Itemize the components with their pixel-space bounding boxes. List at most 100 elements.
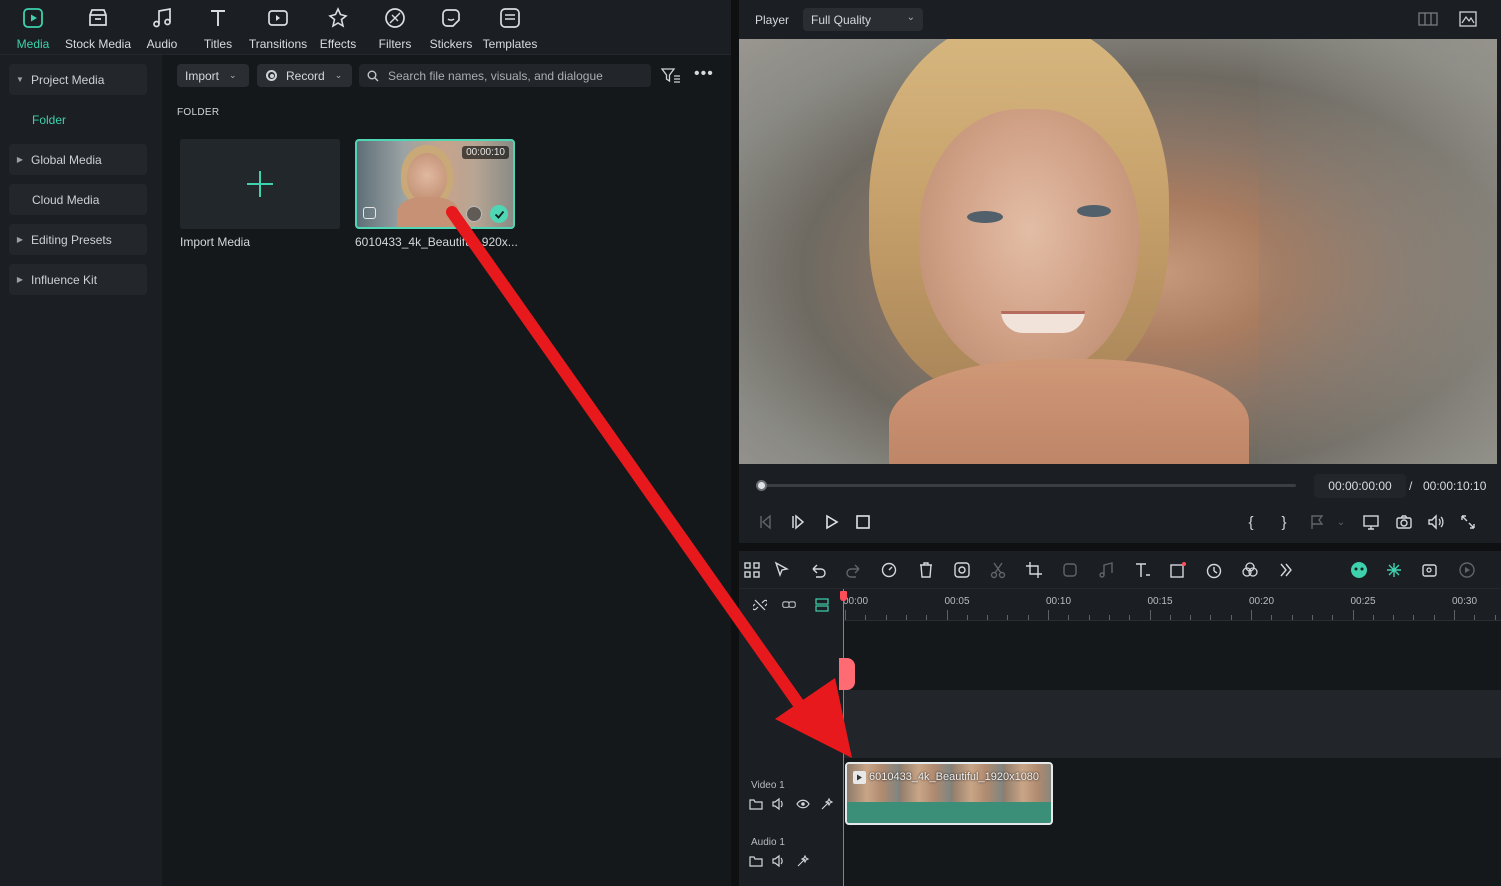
select-cursor-icon[interactable]: [771, 559, 793, 581]
import-media-label: Import Media: [180, 235, 251, 249]
quality-value: Full Quality: [811, 12, 872, 27]
ruler-tick: [1170, 615, 1171, 620]
stop-icon[interactable]: [853, 512, 873, 532]
ruler-time-label: 00:25: [1350, 596, 1376, 607]
video-clip[interactable]: 6010433_4k_Beautiful_1920x1080: [845, 762, 1053, 825]
sidebar-item-label: Influence Kit: [31, 272, 98, 287]
sticker-icon: [439, 6, 463, 30]
sidebar-item-influence-kit[interactable]: ▶ Influence Kit: [9, 264, 147, 295]
folder-icon[interactable]: [749, 797, 763, 811]
playhead-handle[interactable]: [840, 591, 847, 601]
fullscreen-icon[interactable]: [1458, 512, 1478, 532]
more-tools-chevrons-icon[interactable]: [1275, 559, 1297, 581]
display-screen-icon[interactable]: [1361, 512, 1381, 532]
ruler-tick: [926, 615, 927, 620]
speaker-icon[interactable]: [772, 854, 786, 868]
sidebar-item-editing-presets[interactable]: ▶ Editing Presets: [9, 224, 147, 255]
quality-dropdown[interactable]: Full Quality ⌄: [803, 8, 923, 31]
playhead-scissor-tag[interactable]: [839, 658, 855, 690]
timeline-tracks[interactable]: 00:00 00:05 00:10 00:15 00:20 00:25 00:30 6010…: [843, 589, 1501, 886]
mark-out-icon[interactable]: }: [1274, 512, 1294, 532]
video-track-label: Video 1: [751, 780, 785, 791]
time-ruler[interactable]: 00:00 00:05 00:10 00:15 00:20 00:25 00:30: [843, 589, 1501, 621]
filter-sort-icon[interactable]: [661, 67, 681, 85]
tab-titles[interactable]: Titles: [200, 4, 236, 51]
ruler-tick: [1454, 610, 1455, 620]
proxy-icon[interactable]: [466, 206, 482, 222]
media-clip-thumbnail[interactable]: 00:00:10: [355, 139, 515, 229]
crop-icon[interactable]: [1023, 559, 1045, 581]
tab-stock-media[interactable]: Stock Media: [63, 4, 133, 51]
playback-scrubber[interactable]: [756, 480, 1296, 491]
sidebar-item-folder[interactable]: Folder: [9, 104, 147, 135]
playhead-line[interactable]: [843, 589, 844, 886]
color-match-icon[interactable]: [1059, 559, 1081, 581]
color-circles-icon[interactable]: [1239, 559, 1261, 581]
text-add-icon[interactable]: [1131, 559, 1153, 581]
unlink-icon[interactable]: [751, 598, 769, 612]
import-button[interactable]: Import ⌄: [177, 64, 249, 87]
tab-filters[interactable]: Filters: [376, 4, 414, 51]
tab-media[interactable]: Media: [14, 4, 52, 51]
chevron-down-icon[interactable]: ⌄: [1331, 512, 1351, 532]
prev-frame-icon[interactable]: [757, 512, 777, 532]
tab-stickers[interactable]: Stickers: [429, 4, 473, 51]
magic-wand-icon[interactable]: [796, 854, 810, 868]
tab-effects[interactable]: Effects: [318, 4, 358, 51]
ai-copilot-icon[interactable]: [1348, 559, 1370, 581]
eye-visibility-icon[interactable]: [796, 797, 810, 811]
waveform-monitor-icon[interactable]: [1459, 11, 1477, 27]
ruler-tick: [1393, 615, 1394, 620]
mark-in-icon[interactable]: {: [1241, 512, 1261, 532]
record-icon: [266, 70, 277, 81]
top-tab-bar: Media Stock Media Audio Titles Transitio…: [0, 0, 731, 55]
record-button[interactable]: Record ⌄: [257, 64, 352, 87]
ai-speed-icon[interactable]: [879, 559, 901, 581]
marker-icon[interactable]: [1307, 512, 1327, 532]
sidebar-item-project-media[interactable]: ▼ Project Media: [9, 64, 147, 95]
ruler-tick: [1129, 615, 1130, 620]
ai-cutout-icon[interactable]: [951, 559, 973, 581]
sidebar-item-cloud-media[interactable]: Cloud Media: [9, 184, 147, 215]
speaker-icon[interactable]: [772, 797, 786, 811]
grid-layout-icon[interactable]: [741, 559, 763, 581]
tab-templates[interactable]: Templates: [482, 4, 538, 51]
mask-shape-icon[interactable]: [1167, 559, 1189, 581]
sidebar-item-label: Folder: [32, 112, 67, 127]
audio-stretch-icon[interactable]: [1095, 559, 1117, 581]
tab-transitions[interactable]: Transitions: [248, 4, 308, 51]
link-clips-icon[interactable]: [782, 598, 800, 612]
search-icon: [367, 70, 379, 82]
calendar-icon: [363, 207, 376, 219]
transitions-icon: [266, 6, 290, 30]
layout-icon[interactable]: [1418, 12, 1438, 26]
preview-video-frame[interactable]: [739, 39, 1497, 464]
track-manager-icon[interactable]: [815, 598, 829, 612]
search-input[interactable]: [388, 68, 638, 83]
import-media-card[interactable]: [180, 139, 340, 229]
play-icon[interactable]: [821, 512, 841, 532]
timeline-toolbar: [739, 551, 1501, 589]
folder-icon[interactable]: [749, 854, 763, 868]
next-frame-icon[interactable]: [789, 512, 809, 532]
empty-track-area[interactable]: [843, 690, 1501, 758]
magic-wand-icon[interactable]: [820, 797, 834, 811]
sidebar-item-global-media[interactable]: ▶ Global Media: [9, 144, 147, 175]
snapshot-camera-icon[interactable]: [1394, 512, 1414, 532]
scissors-split-icon[interactable]: [987, 559, 1009, 581]
more-options-icon[interactable]: •••: [694, 65, 714, 83]
volume-icon[interactable]: [1426, 512, 1446, 532]
delete-trash-icon[interactable]: [915, 559, 937, 581]
search-box: [359, 64, 651, 87]
clip-thumbnails: [847, 764, 1051, 802]
scrubber-handle[interactable]: [756, 480, 767, 491]
ai-image-icon[interactable]: [1419, 559, 1441, 581]
speed-timer-icon[interactable]: [1203, 559, 1225, 581]
undo-icon[interactable]: [807, 559, 829, 581]
checkmark-icon[interactable]: [490, 205, 508, 223]
render-preview-icon[interactable]: [1456, 559, 1478, 581]
redo-icon[interactable]: [843, 559, 865, 581]
tab-audio[interactable]: Audio: [143, 4, 181, 51]
snap-magnet-icon[interactable]: [1383, 559, 1405, 581]
media-sidebar: ▼ Project Media Folder ▶ Global Media Cl…: [0, 55, 162, 886]
